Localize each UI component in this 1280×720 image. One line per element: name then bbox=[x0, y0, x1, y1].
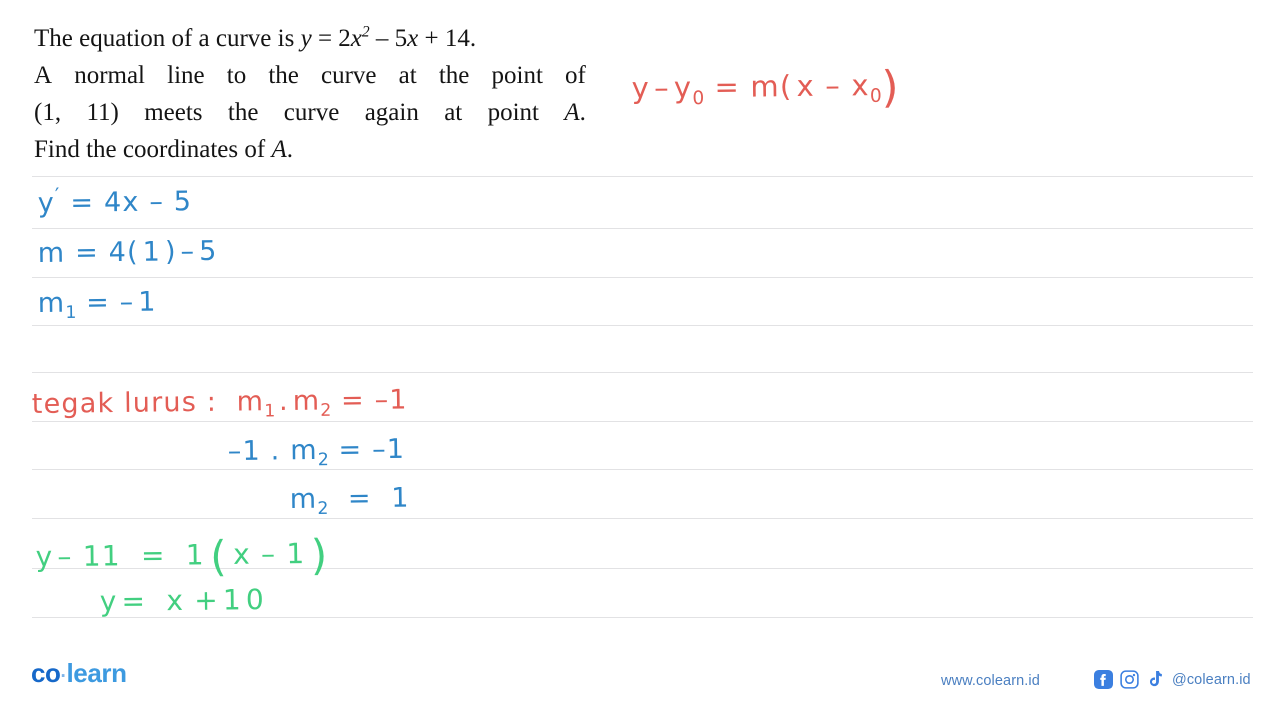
rule-line-10 bbox=[32, 617, 1253, 618]
problem-line-4-text: Find the coordinates of bbox=[34, 136, 272, 163]
equation-exponent: 2 bbox=[361, 23, 370, 41]
problem-line-1: The equation of a curve is y = 2x2 – 5x … bbox=[34, 20, 586, 57]
logo-text-co: co bbox=[31, 658, 61, 688]
handwriting-slope-substitute: m = 4( 1 ) – 5 bbox=[37, 235, 218, 269]
logo-text-learn: learn bbox=[66, 658, 127, 688]
handwriting-point-slope-formula: y – y0 = m( x – x0) bbox=[631, 62, 901, 113]
problem-line-4: Find the coordinates of A. bbox=[34, 131, 586, 168]
equation-part-2: – 5 bbox=[369, 25, 408, 52]
social-handle: @colearn.id bbox=[1172, 671, 1251, 688]
rule-line-4 bbox=[32, 325, 1253, 326]
colearn-logo: co·learn bbox=[31, 660, 127, 686]
equation-part-1: = 2 bbox=[311, 25, 351, 52]
problem-line-2: Anormal line to the curve at the point of bbox=[34, 62, 586, 89]
handwriting-normal-equation: y = x + 1 0 bbox=[99, 582, 266, 618]
problem-line-3: (1, 11) meets the curve again at point A. bbox=[34, 99, 586, 126]
rule-line-2 bbox=[32, 228, 1253, 229]
handwriting-derivative: y′ = 4x – 5 bbox=[37, 183, 193, 219]
problem-line-1-text: The equation of a curve is bbox=[34, 25, 301, 52]
point-label-a: A bbox=[564, 99, 580, 126]
handwriting-slope-value: m1 = – 1 bbox=[37, 286, 157, 324]
perpendicular-label-text: tegak lurus : bbox=[31, 386, 237, 420]
handwriting-perpendicular-result: m2 = 1 bbox=[289, 482, 410, 520]
worksheet-page: The equation of a curve is y = 2x2 – 5x … bbox=[0, 0, 1280, 720]
point-label-a-2: A bbox=[271, 136, 287, 163]
website-url: www.colearn.id bbox=[941, 673, 1040, 689]
problem-statement: The equation of a curve is y = 2x2 – 5x … bbox=[34, 20, 586, 168]
handwriting-normal-point-slope: y – 11 = 1 ( x – 1 ) bbox=[35, 530, 329, 581]
instagram-icon[interactable] bbox=[1120, 670, 1139, 689]
equation-part-3: + 14. bbox=[418, 25, 477, 52]
handwriting-perpendicular-substitute: –1 . m2 = –1 bbox=[227, 433, 406, 471]
social-links: @colearn.id bbox=[1094, 670, 1251, 689]
rule-line-7 bbox=[32, 469, 1253, 470]
rule-line-5 bbox=[32, 372, 1253, 373]
facebook-icon[interactable] bbox=[1094, 670, 1113, 689]
equation-x: x bbox=[350, 25, 362, 52]
rule-line-3 bbox=[32, 277, 1253, 278]
problem-line-4-period: . bbox=[286, 136, 293, 163]
rule-line-1 bbox=[32, 176, 1253, 177]
tiktok-icon[interactable] bbox=[1146, 670, 1163, 689]
equation-x-2: x bbox=[407, 25, 419, 52]
handwriting-perpendicular-label: tegak lurus : m1 . m2 = –1 bbox=[31, 384, 408, 422]
rule-line-6 bbox=[32, 421, 1253, 422]
rule-line-8 bbox=[32, 518, 1253, 519]
equation-y: y bbox=[300, 25, 312, 52]
